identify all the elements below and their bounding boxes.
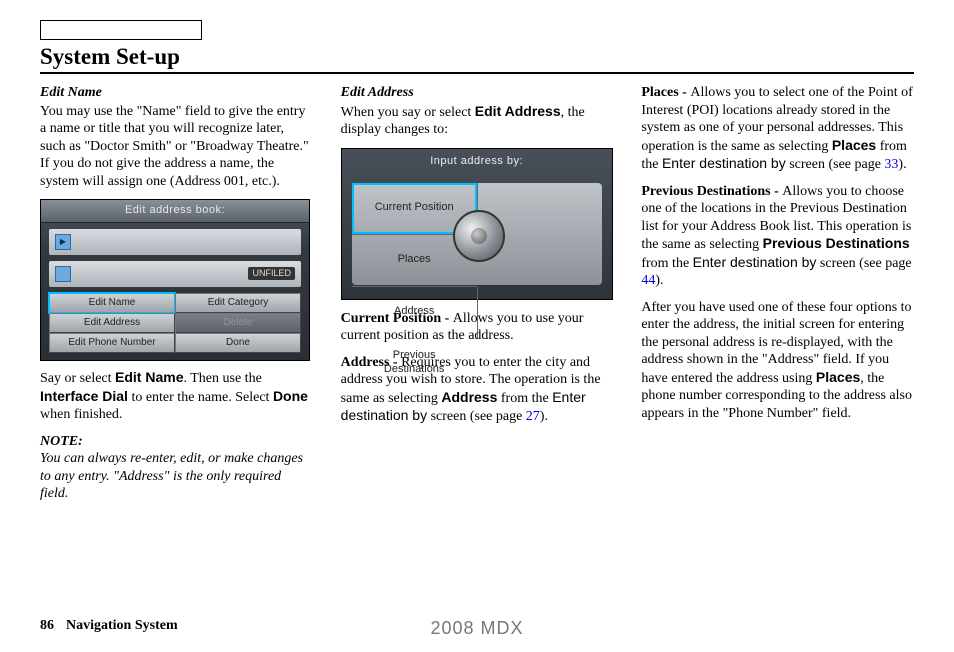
entry-thumb-icon: ▶ (55, 234, 71, 250)
places-desc: Places - Allows you to select one of the… (641, 84, 914, 174)
column-2: Edit Address When you say or select Edit… (341, 84, 614, 512)
shot2-title: Input address by: (342, 149, 612, 175)
shot1-title: Edit address book: (41, 200, 309, 223)
edit-address-intro: When you say or select Edit Address, the… (341, 103, 614, 139)
edit-name-button[interactable]: Edit Name (49, 293, 175, 313)
edit-name-body: You may use the "Name" field to give the… (40, 103, 313, 191)
unfiled-tag: UNFILED (248, 267, 295, 280)
model-year: 2008 MDX (430, 618, 523, 639)
page-link-44[interactable]: 44 (641, 273, 655, 288)
edit-phone-button[interactable]: Edit Phone Number (49, 333, 175, 353)
column-3: Places - Allows you to select one of the… (641, 84, 914, 512)
address-button[interactable]: Address (352, 287, 478, 338)
entry-row: UNFILED (49, 261, 301, 287)
done-button[interactable]: Done (175, 333, 301, 353)
previous-destinations-button[interactable]: Previous Destinations (352, 338, 477, 389)
corner-box (40, 20, 202, 40)
edit-name-heading: Edit Name (40, 84, 313, 102)
edit-address-book-screenshot: Edit address book: ▶ UNFILED Edit Name E… (40, 199, 310, 361)
interface-dial-icon (453, 210, 505, 262)
page-title: System Set-up (40, 44, 914, 70)
page-footer: 86 Navigation System 2008 MDX (40, 618, 914, 634)
manual-page: System Set-up Edit Name You may use the … (0, 0, 954, 512)
edit-address-button[interactable]: Edit Address (49, 313, 175, 333)
entry-thumb-icon (55, 266, 71, 282)
input-panel: Current Position Places Address Previous… (352, 183, 602, 285)
column-1: Edit Name You may use the "Name" field t… (40, 84, 313, 512)
note-heading: NOTE: (40, 433, 313, 451)
edit-category-button[interactable]: Edit Category (175, 293, 301, 313)
page-number: 86 (40, 618, 54, 634)
previous-dest-desc: Previous Destinations - Allows you to ch… (641, 183, 914, 290)
input-address-screenshot: Input address by: Current Position Place… (341, 148, 613, 300)
note-body: You can always re-enter, edit, or make c… (40, 450, 313, 503)
title-rule (40, 72, 914, 74)
footer-section: Navigation System (66, 618, 178, 634)
edit-name-instruction: Say or select Edit Name. Then use the In… (40, 369, 313, 424)
entry-row: ▶ (49, 229, 301, 255)
delete-button[interactable]: Delete (175, 313, 301, 333)
summary-desc: After you have used one of these four op… (641, 299, 914, 423)
page-link-27[interactable]: 27 (526, 409, 540, 424)
page-link-33[interactable]: 33 (884, 157, 898, 172)
edit-address-heading: Edit Address (341, 84, 614, 102)
content-columns: Edit Name You may use the "Name" field t… (40, 84, 914, 512)
